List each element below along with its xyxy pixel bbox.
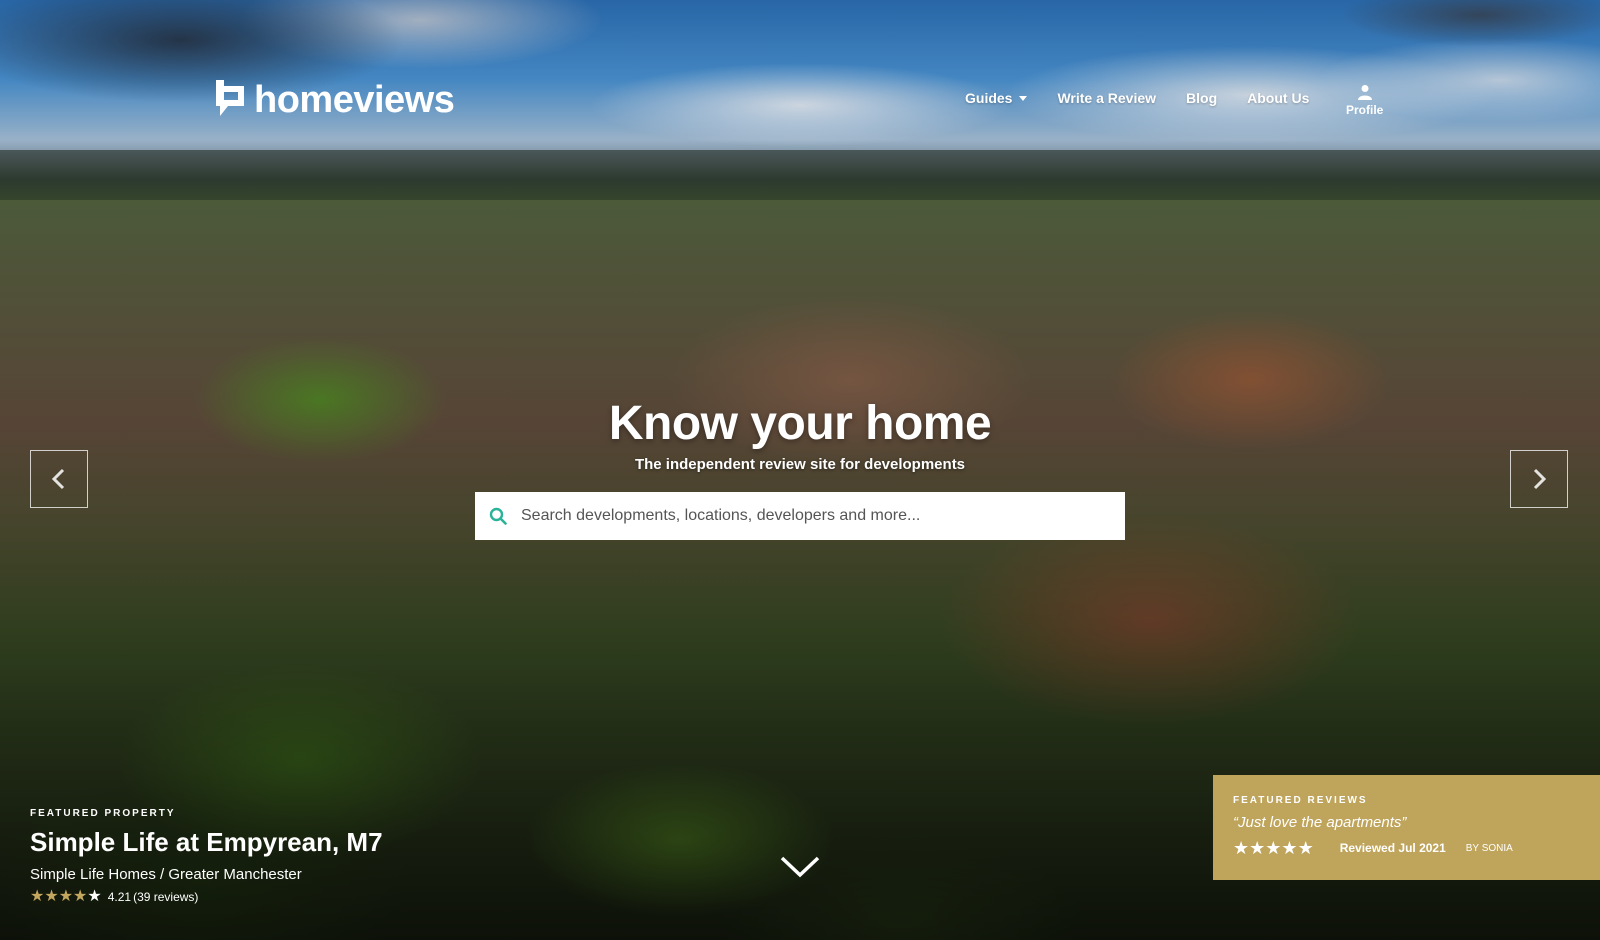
- nav-about-us[interactable]: About Us: [1247, 90, 1309, 106]
- main-nav: Guides Write a Review Blog About Us: [965, 90, 1339, 106]
- profile-label: Profile: [1346, 103, 1384, 117]
- star-icon: ★: [1297, 838, 1314, 858]
- hero-title: Know your home: [608, 397, 992, 450]
- carousel-prev-button[interactable]: [30, 450, 88, 508]
- featured-property-rating: ★ ★ ★ ★ ★ 4.21 (39 reviews): [30, 889, 383, 905]
- star-icon: ★: [73, 888, 88, 905]
- star-icon: ★: [44, 888, 59, 905]
- nav-write-review-label: Write a Review: [1057, 90, 1157, 106]
- logo-text: homeviews: [254, 79, 455, 121]
- search-input[interactable]: [519, 506, 1125, 526]
- featured-review-card[interactable]: FEATURED REVIEWS “Just love the apartmen…: [1213, 775, 1600, 880]
- star-icon: ★: [30, 888, 45, 905]
- chevron-right-icon: [1533, 468, 1547, 490]
- featured-property[interactable]: FEATURED PROPERTY Simple Life at Empyrea…: [30, 808, 383, 905]
- review-count: (39 reviews): [133, 890, 199, 904]
- featured-review-meta: ★ ★ ★ ★ ★ Reviewed Jul 2021 BY SONIA: [1233, 839, 1580, 857]
- logo-icon: [216, 80, 244, 116]
- featured-review-quote: “Just love the apartments”: [1233, 814, 1407, 831]
- nav-guides[interactable]: Guides: [965, 90, 1028, 106]
- logo[interactable]: homeviews: [214, 76, 455, 124]
- review-stars: ★ ★ ★ ★ ★: [1233, 839, 1314, 857]
- nav-write-review[interactable]: Write a Review: [1057, 90, 1156, 106]
- chevron-left-icon: [51, 468, 65, 490]
- chevron-down-icon[interactable]: [780, 855, 820, 879]
- star-icon: ★: [1281, 838, 1298, 858]
- nav-blog-label: Blog: [1186, 90, 1218, 106]
- featured-review-label: FEATURED REVIEWS: [1233, 795, 1368, 806]
- caret-down-icon: [1019, 95, 1028, 101]
- star-icon: ★: [1265, 838, 1282, 858]
- rating-value: 4.21: [107, 890, 132, 904]
- star-icon: ★: [58, 888, 74, 905]
- search-bar[interactable]: [475, 492, 1125, 540]
- nav-guides-label: Guides: [965, 90, 1013, 106]
- featured-property-label: FEATURED PROPERTY: [30, 808, 176, 819]
- star-icon: ★: [87, 888, 102, 905]
- search-icon: [489, 507, 507, 525]
- hero-subtitle: The independent review site for developm…: [634, 456, 966, 473]
- featured-property-subtitle: Simple Life Homes / Greater Manchester: [30, 866, 302, 883]
- nav-about-us-label: About Us: [1247, 90, 1310, 106]
- rating-stars: ★ ★ ★ ★ ★: [30, 889, 102, 905]
- featured-property-title[interactable]: Simple Life at Empyrean, M7: [30, 827, 383, 858]
- profile-button[interactable]: Profile: [1346, 84, 1383, 117]
- user-icon: [1357, 85, 1372, 100]
- review-author: BY SONIA: [1465, 842, 1513, 854]
- review-date: Reviewed Jul 2021: [1339, 841, 1446, 855]
- carousel-next-button[interactable]: [1510, 450, 1568, 508]
- star-icon: ★: [1249, 838, 1266, 858]
- nav-blog[interactable]: Blog: [1186, 90, 1217, 106]
- star-icon: ★: [1233, 838, 1250, 858]
